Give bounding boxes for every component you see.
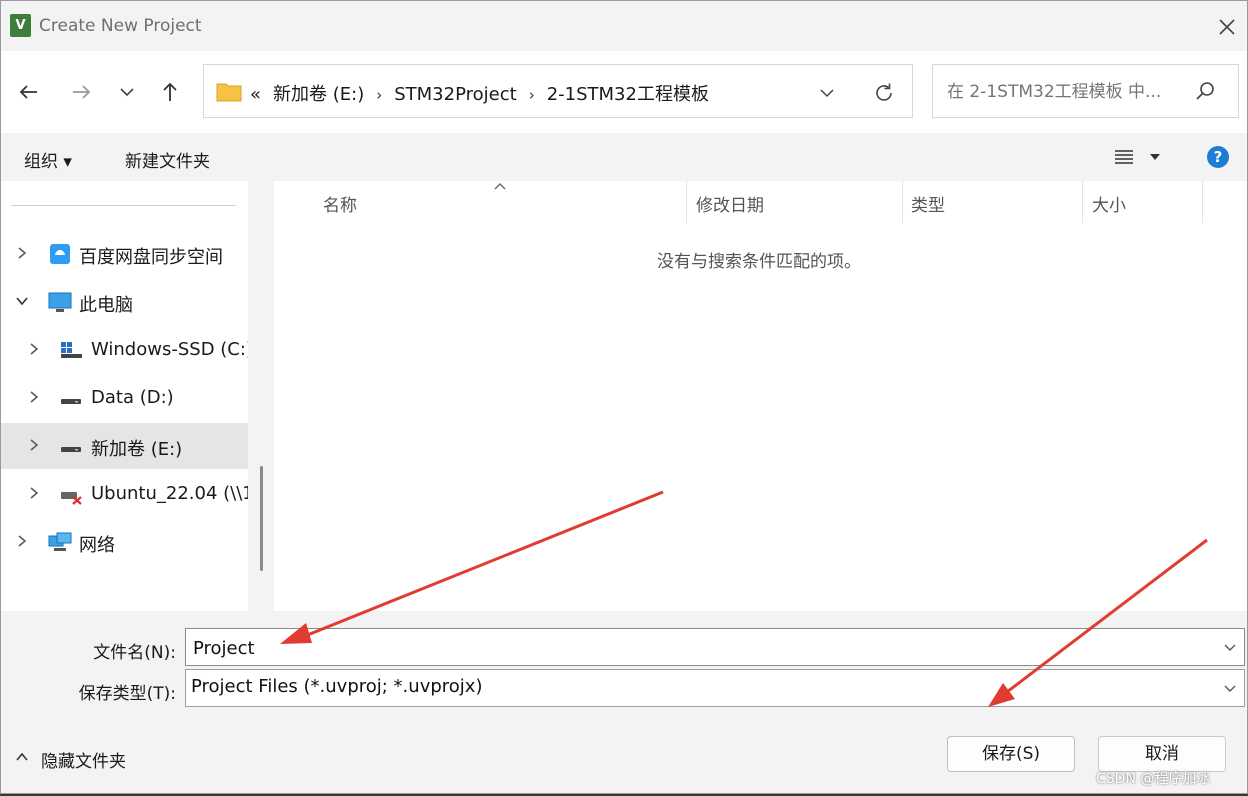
sidebar-item-label: Windows-SSD (C:) (91, 339, 253, 360)
breadcrumb-item-stm32project[interactable]: STM32Project (394, 84, 516, 105)
chevron-down-icon[interactable] (1222, 680, 1238, 696)
sidebar-item-drive-e[interactable]: 新加卷 (E:) (1, 423, 248, 469)
command-bar: 组织 ▾ 新建文件夹 ? (1, 133, 1247, 181)
breadcrumb-separator-icon[interactable]: › (529, 86, 535, 104)
window-title: Create New Project (39, 16, 202, 36)
sidebar-item-this-pc[interactable]: 此电脑 (1, 279, 248, 325)
file-list-view: 名称 修改日期 类型 大小 没有与搜索条件匹配的项。 (274, 181, 1247, 611)
sidebar-item-network[interactable]: 网络 (1, 519, 248, 565)
navigation-pane-scrollbar[interactable] (248, 181, 274, 611)
network-drive-disconnected-icon (61, 492, 82, 505)
chevron-right-icon[interactable] (27, 438, 41, 452)
scrollbar-thumb[interactable] (260, 466, 263, 571)
sidebar-item-label: Ubuntu_22.04 (\\1 (91, 483, 254, 504)
view-options-chevron-icon[interactable] (1147, 151, 1163, 163)
breadcrumb-separator-icon[interactable]: › (376, 86, 382, 104)
filename-combobox[interactable] (185, 628, 1245, 666)
column-header-date-modified[interactable]: 修改日期 (687, 181, 902, 223)
hide-folders-toggle[interactable]: 隐藏文件夹 (41, 747, 126, 772)
chevron-right-icon[interactable] (15, 246, 29, 260)
save-button[interactable]: 保存(S) (947, 736, 1075, 772)
view-list-icon[interactable] (1113, 147, 1135, 167)
filename-label: 文件名(N): (93, 643, 176, 663)
chevron-down-icon[interactable] (1222, 639, 1238, 655)
chevron-right-icon[interactable] (15, 534, 29, 548)
filetype-select[interactable]: Project Files (*.uvproj; *.uvprojx) (185, 669, 1245, 707)
sidebar-item-baidu-netdisk[interactable]: 百度网盘同步空间 (1, 231, 248, 277)
dialog-footer: 文件名(N): 保存类型(T): Project Files (*.uvproj… (1, 611, 1247, 793)
sidebar-item-drive-d[interactable]: Data (D:) (1, 375, 248, 421)
cancel-button[interactable]: 取消 (1098, 736, 1226, 772)
search-box[interactable] (932, 64, 1239, 118)
drive-icon (61, 447, 81, 452)
svg-text:?: ? (1214, 148, 1223, 166)
forward-arrow-icon[interactable] (67, 78, 95, 106)
chevron-right-icon[interactable] (27, 486, 41, 500)
keil-app-icon: V (10, 14, 31, 37)
create-project-dialog: V Create New Project « 新加卷 (E:) › STM32Proj… (0, 0, 1248, 794)
column-header-type[interactable]: 类型 (903, 181, 1082, 223)
search-icon[interactable] (1193, 79, 1217, 103)
empty-state-message: 没有与搜索条件匹配的项。 (657, 252, 861, 272)
chevron-up-icon[interactable] (15, 751, 29, 763)
filetype-selected-value: Project Files (*.uvproj; *.uvprojx) (191, 676, 483, 697)
watermark: CSDN @程序加冰 (1096, 771, 1211, 787)
navigation-divider (11, 205, 236, 206)
help-icon[interactable]: ? (1206, 145, 1230, 169)
baidu-netdisk-icon (50, 244, 70, 264)
filetype-label: 保存类型(T): (78, 684, 176, 704)
sidebar-item-drive-c[interactable]: Windows-SSD (C:) (1, 327, 253, 373)
sidebar-item-label: 网络 (79, 535, 115, 556)
breadcrumb-item-drive-e[interactable]: 新加卷 (E:) (273, 84, 364, 105)
column-header-size[interactable]: 大小 (1083, 181, 1202, 223)
sidebar-item-ubuntu-share[interactable]: Ubuntu_22.04 (\\1 (1, 471, 254, 517)
sidebar-item-label: 新加卷 (E:) (91, 439, 183, 460)
column-header-name[interactable]: 名称 (274, 181, 686, 223)
sidebar-item-label: Data (D:) (91, 387, 174, 408)
back-arrow-icon[interactable] (15, 78, 43, 106)
address-bar[interactable]: « 新加卷 (E:) › STM32Project › 2-1STM32工程模板 (203, 64, 913, 118)
filename-input[interactable] (191, 635, 1195, 661)
breadcrumb-item-template[interactable]: 2-1STM32工程模板 (547, 84, 709, 105)
sidebar-item-label: 此电脑 (79, 295, 133, 316)
navigation-bar: « 新加卷 (E:) › STM32Project › 2-1STM32工程模板 (1, 51, 1247, 133)
sidebar-item-label: 百度网盘同步空间 (79, 247, 223, 268)
new-folder-button[interactable]: 新建文件夹 (125, 147, 210, 172)
recent-locations-chevron-icon[interactable] (113, 78, 141, 106)
navigation-pane: 百度网盘同步空间 此电脑 Windows-SSD (C:) Data (D:) … (1, 181, 254, 611)
up-arrow-icon[interactable] (156, 78, 184, 106)
chevron-down-icon[interactable] (15, 294, 29, 308)
organize-menu-button[interactable]: 组织 ▾ (24, 147, 72, 172)
column-divider[interactable] (1202, 181, 1203, 223)
breadcrumb: « 新加卷 (E:) › STM32Project › 2-1STM32工程模板 (250, 80, 709, 106)
chevron-right-icon[interactable] (27, 390, 41, 404)
address-dropdown-chevron-icon[interactable] (817, 83, 837, 103)
close-icon[interactable] (1215, 15, 1239, 39)
folder-icon (216, 83, 242, 102)
windows-drive-icon (61, 342, 82, 358)
search-input[interactable] (945, 79, 1189, 105)
drive-icon (61, 399, 81, 404)
refresh-icon[interactable] (872, 81, 896, 105)
title-bar: V Create New Project (1, 1, 1247, 51)
chevron-right-icon[interactable] (27, 342, 41, 356)
this-pc-icon (48, 292, 72, 312)
network-icon (48, 532, 72, 551)
breadcrumb-overflow[interactable]: « (250, 84, 261, 105)
